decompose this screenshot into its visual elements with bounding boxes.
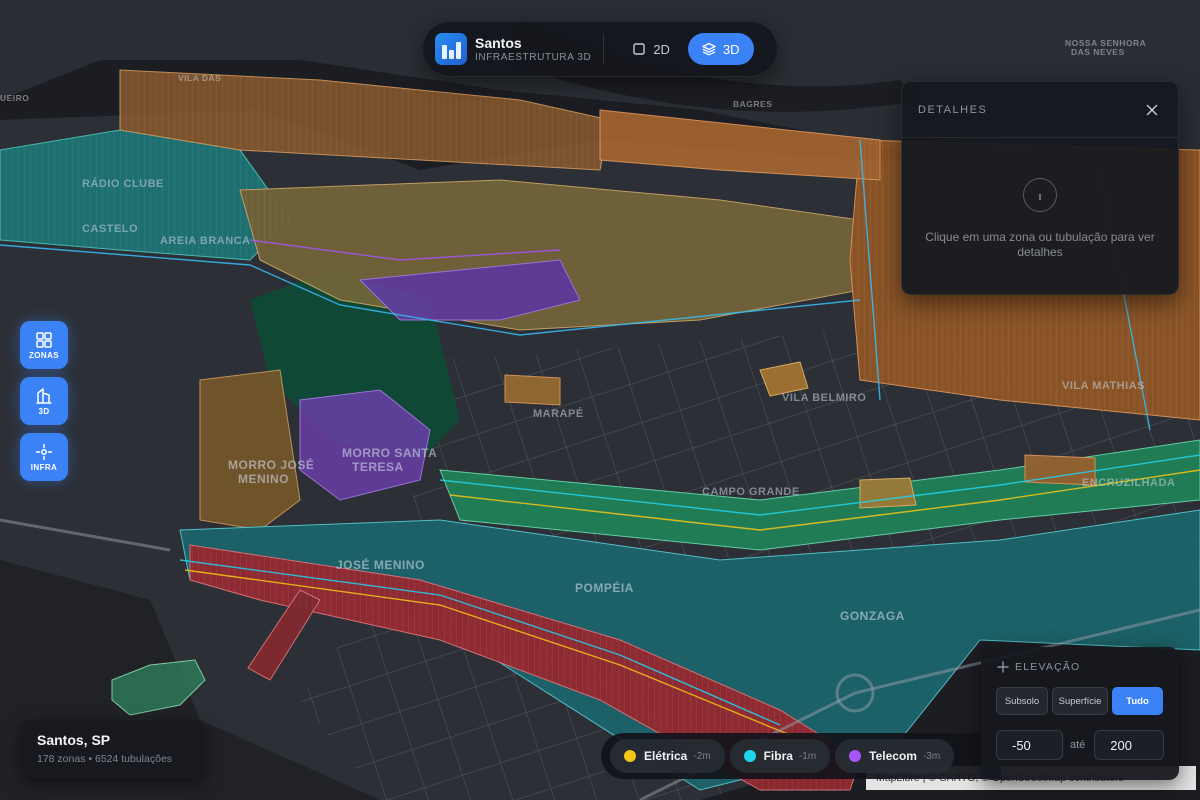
elevation-panel: ELEVAÇÃO Subsolo Superfície Tudo até [981,647,1179,780]
eletrica-dot-icon [624,750,636,762]
legend-label: Fibra [763,749,793,763]
3d-buildings-label: 3D [38,406,50,416]
info-icon [1023,178,1057,212]
location-stats: 178 zonas • 6524 tubulações [37,753,173,765]
zonas-button[interactable]: ZONAS [20,321,68,369]
legend-item-fibra[interactable]: Fibra -1m [729,739,831,773]
elevation-option-tudo[interactable]: Tudo [1112,687,1163,715]
legend-item-eletrica[interactable]: Elétrica -2m [610,739,725,773]
legend-label: Elétrica [644,749,688,763]
square-icon [633,43,646,55]
infra-button-label: INFRA [30,462,58,472]
details-empty-message: Clique em uma zona ou tubulação para ver… [925,230,1155,259]
elevation-option-superficie[interactable]: Superfície [1052,687,1108,715]
details-panel: DETALHES Clique em uma zona ou tubulação… [901,81,1179,295]
telecom-dot-icon [849,750,862,762]
app-root: NOSSA SENHORA DAS NEVES BAGRES VILA DAS … [0,0,1200,800]
app-subtitle: INFRAESTRUTURA 3D [475,51,592,63]
plus-icon [997,661,1009,673]
elevation-option-subsolo[interactable]: Subsolo [996,687,1048,715]
legend-depth: -3m [922,750,941,762]
details-body: Clique em uma zona ou tubulação para ver… [902,138,1178,260]
elevation-header: ELEVAÇÃO [997,661,1163,673]
location-card: Santos, SP 178 zonas • 6524 tubulações [22,720,204,778]
mode-2d-button[interactable]: 2D [618,33,684,65]
zone-orange-block-3 [1024,454,1096,486]
crosshair-icon [35,443,53,460]
infra-button[interactable]: INFRA [20,433,68,481]
infra-legend: Elétrica -2m Fibra -1m Telecom -3m [601,733,1001,779]
zone-orange-block-4 [504,374,561,406]
elevation-title: ELEVAÇÃO [1015,661,1081,673]
grid-icon [36,331,52,348]
zone-orange-block-2 [859,477,917,509]
elevation-range-separator: até [1070,739,1086,751]
layers-icon [702,42,716,56]
title-block: Santos INFRAESTRUTURA 3D [475,35,591,64]
mode-3d-label: 3D [722,41,740,57]
mode-3d-button[interactable]: 3D [687,33,754,65]
elevation-segmented-control: Subsolo Superfície Tudo [996,687,1163,715]
header-divider [603,34,605,64]
location-title: Santos, SP [37,732,111,748]
legend-item-telecom[interactable]: Telecom -3m [835,739,955,773]
legend-depth: -2m [693,750,711,762]
building-icon [36,387,52,404]
zonas-button-label: ZONAS [29,350,59,360]
3d-buildings-button[interactable]: 3D [20,377,68,425]
elevation-range: até [996,730,1165,760]
legend-depth: -1m [798,750,817,762]
fibra-dot-icon [743,750,756,762]
elevation-max-input[interactable] [1094,730,1165,760]
app-logo-icon [435,33,467,65]
header-bar: Santos INFRAESTRUTURA 3D 2D 3D [422,21,778,77]
app-title: Santos [475,34,522,51]
legend-label: Telecom [869,749,917,763]
details-header: DETALHES [902,82,1178,138]
close-icon [1146,104,1158,115]
details-title: DETALHES [918,103,988,116]
details-close-button[interactable] [1142,100,1162,120]
mode-2d-label: 2D [653,41,670,57]
elevation-min-input[interactable] [996,730,1063,760]
